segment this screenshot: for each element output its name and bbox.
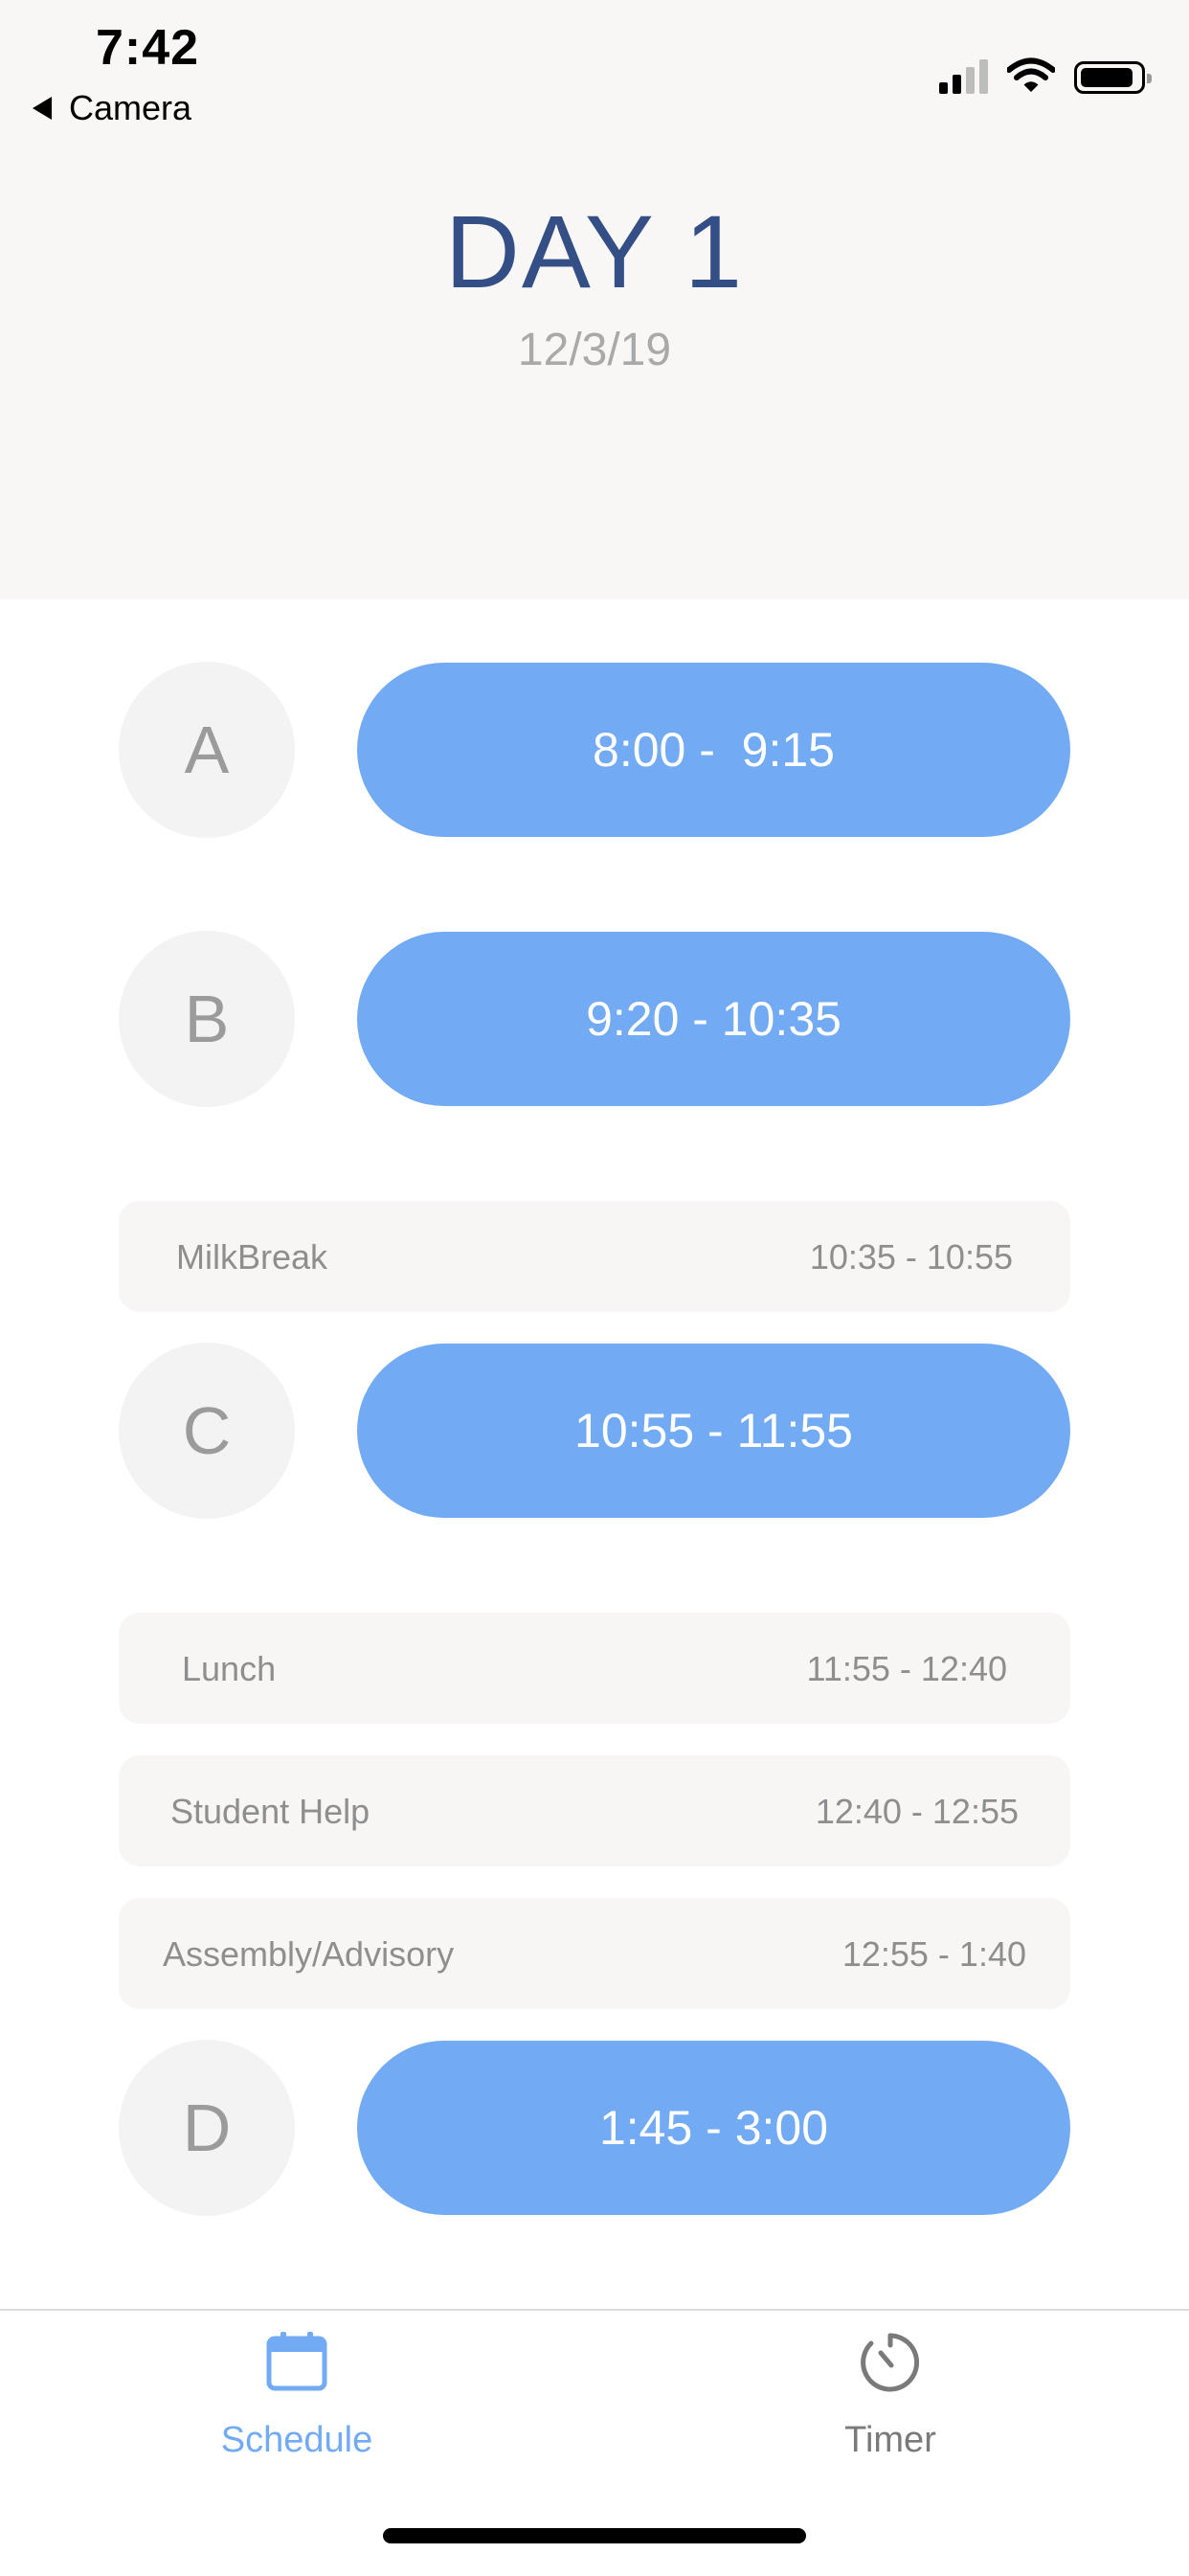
status-time: 7:42 <box>96 20 200 76</box>
back-label: Camera <box>69 88 192 127</box>
period-letter-c: C <box>119 1343 295 1519</box>
tab-timer[interactable]: Timer <box>747 2311 1034 2502</box>
break-row-lunch: Lunch 11:55 - 12:40 <box>119 1613 1070 1724</box>
period-time-button-d[interactable]: 1:45 - 3:00 <box>357 2041 1070 2215</box>
cellular-signal-icon <box>939 56 988 94</box>
back-to-camera-link[interactable]: Camera <box>33 88 191 128</box>
battery-icon <box>1074 61 1152 94</box>
status-icons <box>939 52 1152 94</box>
break-name: Assembly/Advisory <box>163 1934 455 1974</box>
break-time: 11:55 - 12:40 <box>806 1649 1008 1688</box>
break-row-milkbreak: MilkBreak 10:35 - 10:55 <box>119 1201 1070 1312</box>
tab-timer-label: Timer <box>844 2420 936 2460</box>
break-time: 10:35 - 10:55 <box>809 1237 1013 1277</box>
period-letter-d: D <box>119 2040 295 2216</box>
home-indicator[interactable] <box>383 2528 806 2543</box>
break-time: 12:55 - 1:40 <box>841 1934 1026 1974</box>
period-time-button-b[interactable]: 9:20 - 10:35 <box>357 932 1070 1106</box>
period-time-button-a[interactable]: 8:00 - 9:15 <box>357 663 1070 837</box>
page-title: DAY 1 <box>444 193 745 309</box>
back-arrow-icon <box>33 97 52 120</box>
period-time-button-c[interactable]: 10:55 - 11:55 <box>357 1344 1070 1518</box>
break-name: MilkBreak <box>176 1237 328 1277</box>
break-row-student-help: Student Help 12:40 - 12:55 <box>119 1755 1070 1866</box>
tab-schedule-label: Schedule <box>220 2420 373 2460</box>
wifi-icon <box>1007 57 1055 92</box>
break-row-assembly-advisory: Assembly/Advisory 12:55 - 1:40 <box>119 1898 1070 2009</box>
period-letter-a: A <box>119 662 295 838</box>
timer-icon <box>861 2333 920 2392</box>
period-letter-b: B <box>119 931 295 1107</box>
break-time: 12:40 - 12:55 <box>815 1792 1019 1831</box>
break-name: Lunch <box>182 1649 277 1688</box>
header: 7:42 Camera DAY 1 12/3/19 <box>0 0 1189 599</box>
calendar-icon <box>266 2332 327 2391</box>
tab-schedule[interactable]: Schedule <box>153 2311 440 2502</box>
break-name: Student Help <box>170 1792 370 1831</box>
page-date: 12/3/19 <box>517 325 672 375</box>
